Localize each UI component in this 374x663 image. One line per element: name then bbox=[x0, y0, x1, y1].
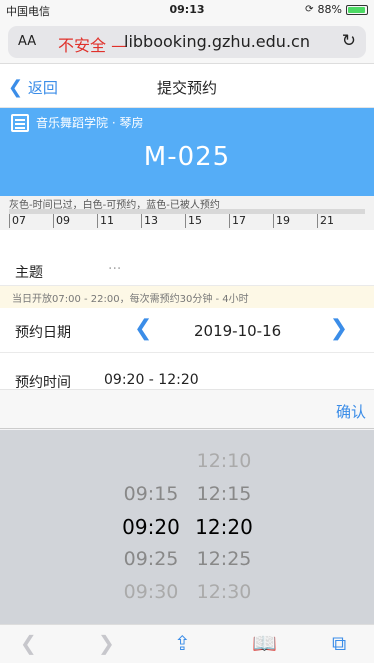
page-title: 提交预约 bbox=[156, 79, 217, 97]
start-option[interactable]: 09:30 bbox=[111, 581, 191, 603]
hour-tick: 15 bbox=[185, 214, 202, 228]
subject-label: 主题 bbox=[15, 265, 43, 281]
lock-rotation-icon: ⟳ bbox=[305, 4, 314, 15]
address-bar[interactable]: AA 不安全 — libbooking.gzhu.edu.cn ↻ bbox=[8, 26, 366, 58]
subject-row[interactable]: 主题 ··· bbox=[0, 230, 374, 286]
hour-ticks: 07 09 11 13 15 17 19 21 bbox=[9, 214, 365, 228]
bookmarks-icon[interactable]: 📖 bbox=[252, 631, 277, 655]
time-row[interactable]: 预约时间 09:20 - 12:20 bbox=[0, 353, 374, 391]
battery-icon bbox=[346, 4, 368, 15]
start-option[interactable]: 09:15 bbox=[111, 483, 191, 505]
browser-address-area: AA 不安全 — libbooking.gzhu.edu.cn ↻ bbox=[0, 20, 374, 64]
nav-bar: ❮ 返回 提交预约 bbox=[0, 64, 374, 108]
reload-icon[interactable]: ↻ bbox=[342, 31, 356, 51]
date-row: 预约日期 ❮ 2019-10-16 ❯ bbox=[0, 308, 374, 353]
share-icon[interactable]: ⇪ bbox=[174, 631, 191, 655]
battery-percent: 88% bbox=[317, 3, 342, 16]
hour-tick: 09 bbox=[53, 214, 70, 228]
confirm-button[interactable]: 确认 bbox=[336, 401, 366, 422]
hour-tick: 07 bbox=[9, 214, 26, 228]
browser-toolbar: ❮ ❯ ⇪ 📖 ⧉ bbox=[0, 624, 374, 663]
opening-hours-note: 当日开放07:00 - 22:00，每次需预约30分钟 - 4小时 bbox=[0, 286, 374, 308]
booking-form: 主题 ··· 当日开放07:00 - 22:00，每次需预约30分钟 - 4小时… bbox=[0, 230, 374, 391]
room-location: 音乐舞蹈学院 · 琴房 bbox=[36, 116, 144, 130]
hour-tick: 13 bbox=[141, 214, 158, 228]
next-date-icon[interactable]: ❯ bbox=[330, 316, 348, 341]
time-picker[interactable]: 09:15 09:20 09:25 09:30 12:10 12:15 12:2… bbox=[0, 430, 374, 624]
insecure-warning: 不安全 — bbox=[58, 36, 128, 55]
time-value[interactable]: 09:20 - 12:20 bbox=[104, 372, 199, 388]
end-option-selected[interactable]: 12:20 bbox=[184, 515, 264, 539]
back-arrow-icon[interactable]: ❮ bbox=[20, 631, 37, 655]
date-value: 2019-10-16 bbox=[194, 322, 282, 340]
end-option[interactable]: 12:15 bbox=[184, 483, 264, 505]
end-option[interactable]: 12:10 bbox=[184, 450, 264, 472]
prev-date-icon[interactable]: ❮ bbox=[134, 316, 152, 341]
tabs-icon[interactable]: ⧉ bbox=[332, 631, 346, 655]
time-availability-bar: 灰色-时间已过，白色-可预约，蓝色-已被人预约 07 09 11 13 15 1… bbox=[0, 196, 374, 230]
start-option-selected[interactable]: 09:20 bbox=[111, 515, 191, 539]
room-banner: 音乐舞蹈学院 · 琴房 M-025 bbox=[0, 108, 374, 196]
room-list-icon bbox=[11, 114, 29, 132]
hour-tick: 11 bbox=[97, 214, 114, 228]
forward-arrow-icon[interactable]: ❯ bbox=[98, 631, 115, 655]
date-label: 预约日期 bbox=[15, 325, 71, 341]
url-domain[interactable]: libbooking.gzhu.edu.cn bbox=[124, 32, 310, 51]
end-option[interactable]: 12:30 bbox=[184, 581, 264, 603]
hour-tick: 19 bbox=[273, 214, 290, 228]
reader-aa-button[interactable]: AA bbox=[18, 34, 36, 49]
end-option[interactable]: 12:25 bbox=[184, 548, 264, 570]
hour-tick: 17 bbox=[229, 214, 246, 228]
room-number: M-025 bbox=[143, 142, 231, 172]
hour-tick: 21 bbox=[317, 214, 334, 228]
status-right: ⟳ 88% bbox=[305, 3, 368, 16]
subject-input[interactable]: ··· bbox=[108, 261, 121, 277]
status-bar: 中国电信 09:13 ⟳ 88% bbox=[0, 0, 374, 20]
start-option[interactable]: 09:25 bbox=[111, 548, 191, 570]
picker-toolbar: 确认 bbox=[0, 389, 374, 429]
